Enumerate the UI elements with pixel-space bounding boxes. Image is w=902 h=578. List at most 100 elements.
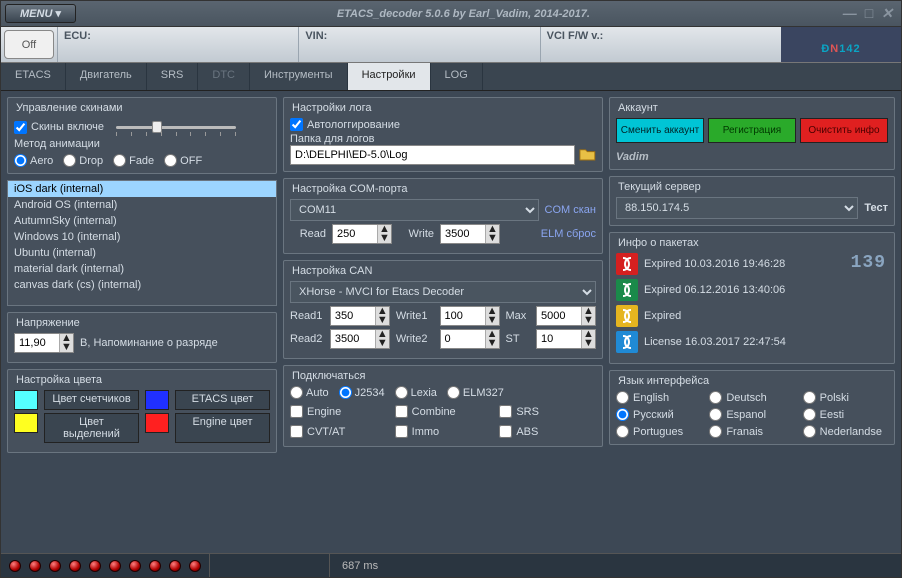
lang-portugues[interactable]: Portugues	[616, 425, 701, 438]
skin-item[interactable]: material dark (internal)	[8, 261, 276, 277]
etacs-color-button[interactable]: ETACS цвет	[175, 390, 270, 410]
voltage-hint: В, Напоминание о разряде	[80, 337, 218, 349]
etacs-swatch[interactable]	[145, 390, 169, 410]
tab-srs[interactable]: SRS	[147, 63, 199, 90]
input[interactable]	[441, 330, 485, 348]
input[interactable]	[331, 307, 375, 325]
lang-polski[interactable]: Polski	[803, 391, 888, 404]
check-combine[interactable]: Combine	[395, 405, 492, 418]
can-read1-spinner[interactable]: ▲▼	[330, 306, 390, 326]
label: Read2	[290, 333, 324, 345]
connect-mode-elm327[interactable]: ELM327	[447, 386, 504, 399]
skin-item[interactable]: canvas dark (cs) (internal)	[8, 277, 276, 293]
tab-настройки[interactable]: Настройки	[348, 63, 431, 90]
lang-espanol[interactable]: Espanol	[709, 408, 794, 421]
tab-etacs[interactable]: ETACS	[1, 63, 66, 90]
lang-franais[interactable]: Franais	[709, 425, 794, 438]
anim-radio-fade[interactable]: Fade	[113, 154, 154, 167]
maximize-icon[interactable]: □	[865, 5, 873, 22]
test-link[interactable]: Тест	[864, 202, 888, 214]
settings-body: Управление скинами Скины включе Метод ан…	[1, 91, 901, 553]
tab-двигатель[interactable]: Двигатель	[66, 63, 147, 90]
colors-group: Настройка цвета Цвет счетчиков ETACS цве…	[7, 369, 277, 453]
skins-enabled-checkbox[interactable]	[14, 121, 27, 134]
skin-slider[interactable]	[116, 118, 236, 136]
skin-item[interactable]: iOS dark (internal)	[8, 181, 276, 197]
anim-radio-off[interactable]: OFF	[164, 154, 202, 167]
lang-русский[interactable]: Русский	[616, 408, 701, 421]
skin-list[interactable]: iOS dark (internal)Android OS (internal)…	[7, 180, 277, 306]
led-icon	[129, 560, 141, 572]
led-strip	[1, 560, 209, 572]
connect-mode-lexia[interactable]: Lexia	[395, 386, 437, 399]
connect-mode-auto[interactable]: Auto	[290, 386, 329, 399]
check-engine[interactable]: Engine	[290, 405, 387, 418]
menu-button[interactable]: MENU	[5, 4, 76, 23]
label: Read	[290, 228, 326, 240]
folder-icon[interactable]	[579, 147, 596, 163]
select-color-button[interactable]: Цвет выделений	[44, 413, 139, 443]
lang-nederlandse[interactable]: Nederlandse	[803, 425, 888, 438]
select-swatch[interactable]	[14, 413, 38, 433]
group-title: Язык интерфейса	[616, 375, 888, 387]
tab-инструменты[interactable]: Инструменты	[250, 63, 348, 90]
can-iface-select[interactable]: XHorse - MVCI for Etacs Decoder	[290, 281, 596, 303]
change-account-button[interactable]: Сменить аккаунт	[616, 118, 704, 143]
input[interactable]	[537, 330, 581, 348]
check-cvt-at[interactable]: CVT/AT	[290, 425, 387, 438]
voltage-spinner[interactable]: ▲▼	[14, 333, 74, 353]
tab-dtc[interactable]: DTC	[198, 63, 250, 90]
input[interactable]	[441, 307, 485, 325]
engine-swatch[interactable]	[145, 413, 169, 433]
log-folder-input[interactable]	[290, 145, 575, 165]
logo-box: ÐN142	[781, 27, 901, 62]
register-button[interactable]: Регистрация	[708, 118, 796, 143]
skin-item[interactable]: Android OS (internal)	[8, 197, 276, 213]
off-button[interactable]: Off	[4, 30, 54, 59]
skin-item[interactable]: Windows 10 (internal)	[8, 229, 276, 245]
lang-english[interactable]: English	[616, 391, 701, 404]
autolog-checkbox[interactable]	[290, 118, 303, 131]
input[interactable]	[331, 330, 375, 348]
skin-item[interactable]: AutumnSky (internal)	[8, 213, 276, 229]
close-icon[interactable]: ✕	[881, 5, 893, 22]
elm-reset-link[interactable]: ELM сброс	[541, 228, 596, 240]
com-read-input[interactable]	[333, 225, 377, 243]
com-write-spinner[interactable]: ▲▼	[440, 224, 500, 244]
can-max-spinner[interactable]: ▲▼	[536, 306, 596, 326]
voltage-input[interactable]	[15, 334, 59, 352]
lang-eesti[interactable]: Eesti	[803, 408, 888, 421]
can-write2-spinner[interactable]: ▲▼	[440, 329, 500, 349]
engine-color-button[interactable]: Engine цвет	[175, 413, 270, 443]
can-write1-spinner[interactable]: ▲▼	[440, 306, 500, 326]
tab-log[interactable]: LOG	[431, 63, 483, 90]
anim-radio-aero[interactable]: Aero	[14, 154, 53, 167]
com-write-input[interactable]	[441, 225, 485, 243]
input[interactable]	[537, 307, 581, 325]
check-abs[interactable]: ABS	[499, 425, 596, 438]
can-st-spinner[interactable]: ▲▼	[536, 329, 596, 349]
check-immo[interactable]: Immo	[395, 425, 492, 438]
anim-radio-drop[interactable]: Drop	[63, 154, 103, 167]
check-srs[interactable]: SRS	[499, 405, 596, 418]
clear-info-button[interactable]: Очистить инфо	[800, 118, 888, 143]
connect-mode-j2534[interactable]: J2534	[339, 386, 385, 399]
lang-deutsch[interactable]: Deutsch	[709, 391, 794, 404]
titlebar: MENU ETACS_decoder 5.0.6 by Earl_Vadim, …	[1, 1, 901, 27]
com-scan-link[interactable]: COM скан	[545, 204, 596, 216]
com-port-select[interactable]: COM11	[290, 199, 539, 221]
com-read-spinner[interactable]: ▲▼	[332, 224, 392, 244]
counter-color-button[interactable]: Цвет счетчиков	[44, 390, 139, 410]
group-title: Подключаться	[290, 370, 596, 382]
led-icon	[189, 560, 201, 572]
counter-swatch[interactable]	[14, 390, 38, 410]
ecu-cell: ECU:	[57, 27, 298, 62]
status-icon	[616, 253, 638, 275]
skin-item[interactable]: Ubuntu (internal)	[8, 245, 276, 261]
group-title: Настройка CAN	[290, 265, 596, 277]
server-select[interactable]: 88.150.174.5	[616, 197, 858, 219]
can-read2-spinner[interactable]: ▲▼	[330, 329, 390, 349]
packet-rows: Expired 10.03.2016 19:46:28Expired 06.12…	[616, 253, 888, 353]
minimize-icon[interactable]: —	[843, 5, 857, 22]
label: Write2	[396, 333, 434, 345]
